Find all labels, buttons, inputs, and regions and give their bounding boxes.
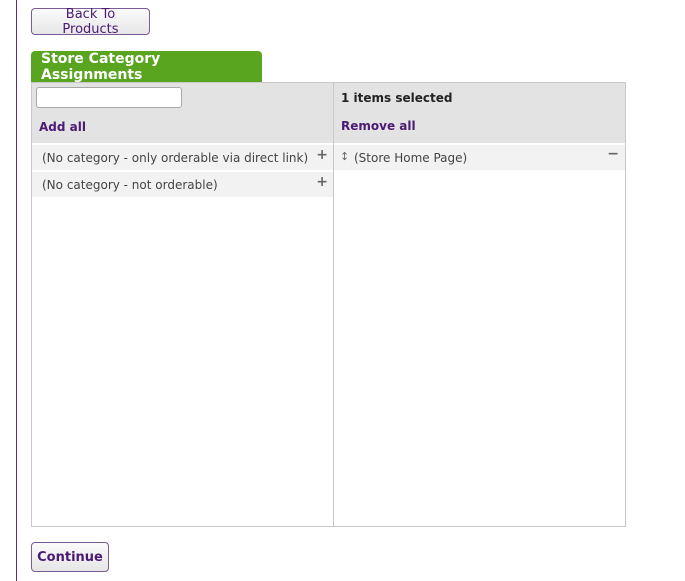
multiselect-panel: Add all (No category - only orderable vi… [31, 82, 626, 527]
selected-list: ↕ (Store Home Page) − [334, 145, 625, 172]
available-list: (No category - only orderable via direct… [32, 145, 333, 199]
remove-all-link[interactable]: Remove all [341, 119, 416, 133]
available-header: Add all [32, 83, 333, 143]
category-assignment-page: Back To Products Store Category Assignme… [0, 0, 685, 581]
add-all-link[interactable]: Add all [39, 120, 86, 134]
section-title-tab: Store Category Assignments [31, 51, 262, 83]
selected-count: 1 items selected [341, 91, 453, 105]
plus-icon[interactable]: + [316, 147, 328, 163]
section-title: Store Category Assignments [41, 51, 161, 83]
left-border-rule [16, 0, 17, 581]
list-item-label: (No category - only orderable via direct… [42, 151, 309, 165]
drag-handle-icon[interactable]: ↕ [340, 150, 349, 163]
search-input[interactable] [36, 87, 182, 108]
selected-column: 1 items selected Remove all ↕ (Store Hom… [334, 83, 625, 526]
list-item-label: (Store Home Page) [354, 151, 468, 165]
list-item[interactable]: ↕ (Store Home Page) − [334, 145, 625, 170]
continue-button[interactable]: Continue [31, 542, 109, 572]
selected-header: 1 items selected Remove all [334, 83, 625, 143]
minus-icon[interactable]: − [607, 146, 619, 162]
list-item-label: (No category - not orderable) [42, 178, 218, 192]
list-item[interactable]: (No category - only orderable via direct… [32, 145, 333, 170]
plus-icon[interactable]: + [316, 174, 328, 190]
back-to-products-button[interactable]: Back To Products [31, 7, 150, 37]
list-item[interactable]: (No category - not orderable) + [32, 172, 333, 197]
available-column: Add all (No category - only orderable vi… [32, 83, 334, 526]
